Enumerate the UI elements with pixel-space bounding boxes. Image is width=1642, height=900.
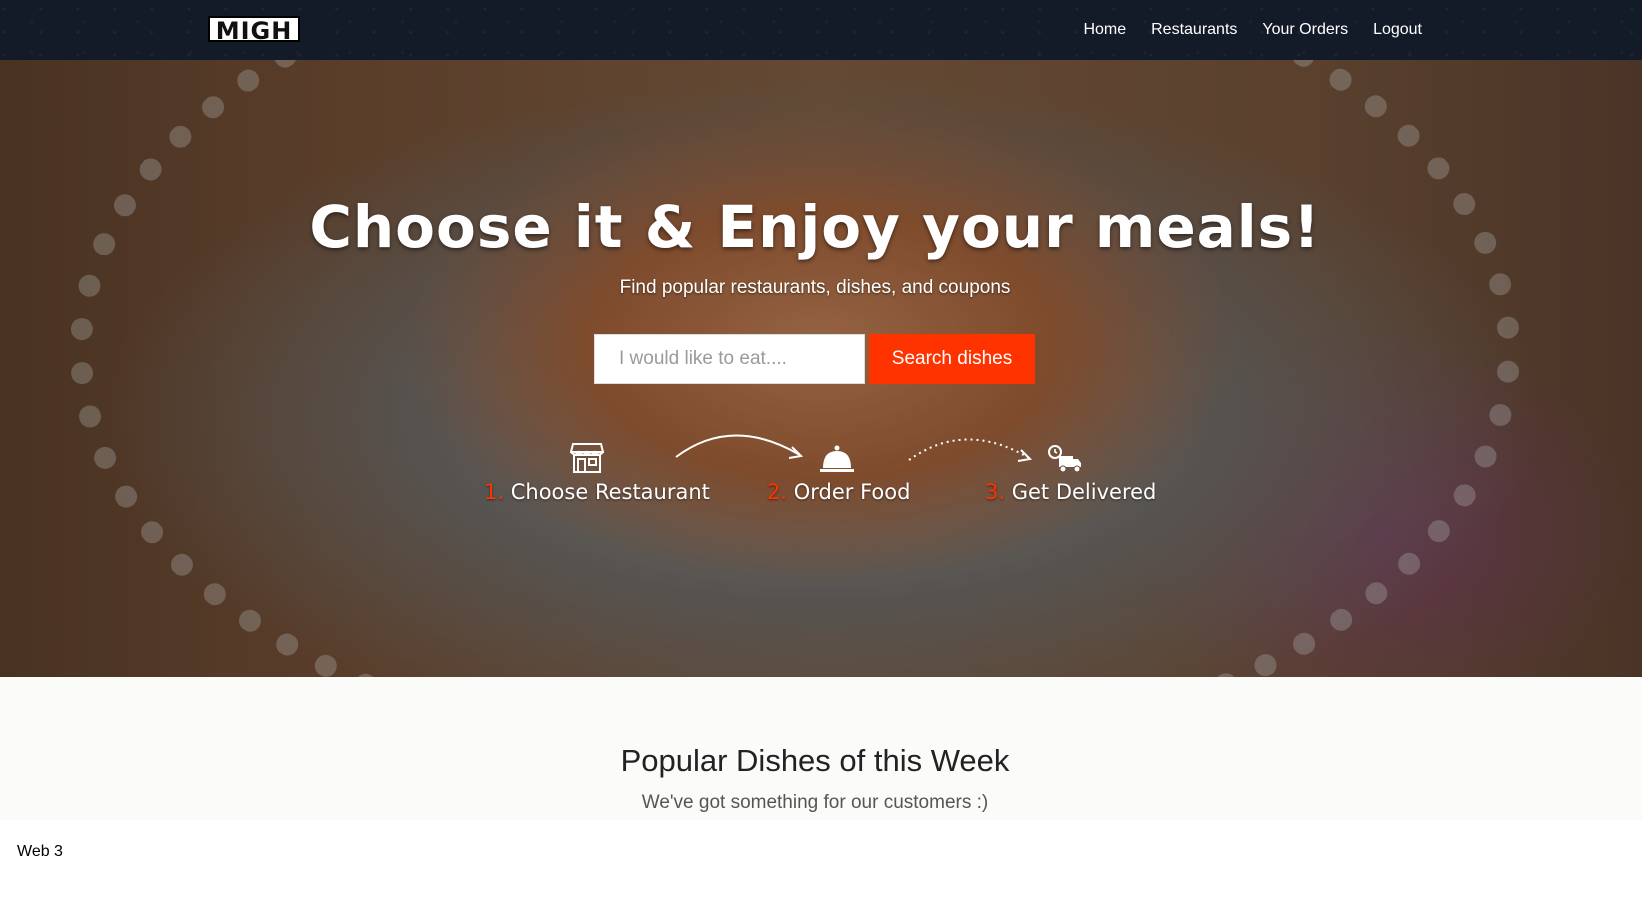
hero-section: Choose it & Enjoy your meals! Find popul… [0, 60, 1642, 677]
step-number: 2. [767, 480, 788, 504]
popular-dishes-section: Popular Dishes of this Week We've got so… [0, 677, 1642, 820]
step-get-delivered: 3. Get Delivered [985, 444, 1156, 504]
nav-link-home[interactable]: Home [1083, 21, 1126, 39]
nav-link-logout[interactable]: Logout [1373, 21, 1422, 39]
nav-link-restaurants[interactable]: Restaurants [1151, 21, 1237, 39]
caption-label: Web 3 [17, 843, 63, 860]
dish-search-input[interactable] [594, 334, 865, 384]
hero-title: Choose it & Enjoy your meals! [309, 193, 1321, 261]
step-label: Choose Restaurant [510, 480, 710, 504]
step-order-food: 2. Order Food [767, 444, 910, 504]
storefront-icon [569, 443, 604, 473]
step-label: Order Food [793, 480, 911, 504]
section-title: Popular Dishes of this Week [620, 743, 1010, 778]
nav-links: Home Restaurants Your Orders Logout [1083, 0, 1422, 60]
site-logo[interactable]: MIGH [208, 16, 300, 44]
step-number: 1. [484, 480, 505, 504]
nav-link-your-orders[interactable]: Your Orders [1262, 21, 1348, 39]
step-label: Get Delivered [1011, 480, 1157, 504]
step-number: 3. [985, 480, 1006, 504]
delivery-truck-icon [1048, 445, 1081, 473]
hero-subtitle: Find popular restaurants, dishes, and co… [619, 277, 1011, 298]
step-choose-restaurant: 1. Choose Restaurant [484, 440, 710, 504]
search-dishes-button[interactable]: Search dishes [869, 334, 1035, 384]
section-subtitle: We've got something for our customers :) [641, 792, 989, 813]
food-cloche-icon [820, 445, 854, 472]
top-navbar: MIGH Home Restaurants Your Orders Logout [0, 0, 1642, 60]
